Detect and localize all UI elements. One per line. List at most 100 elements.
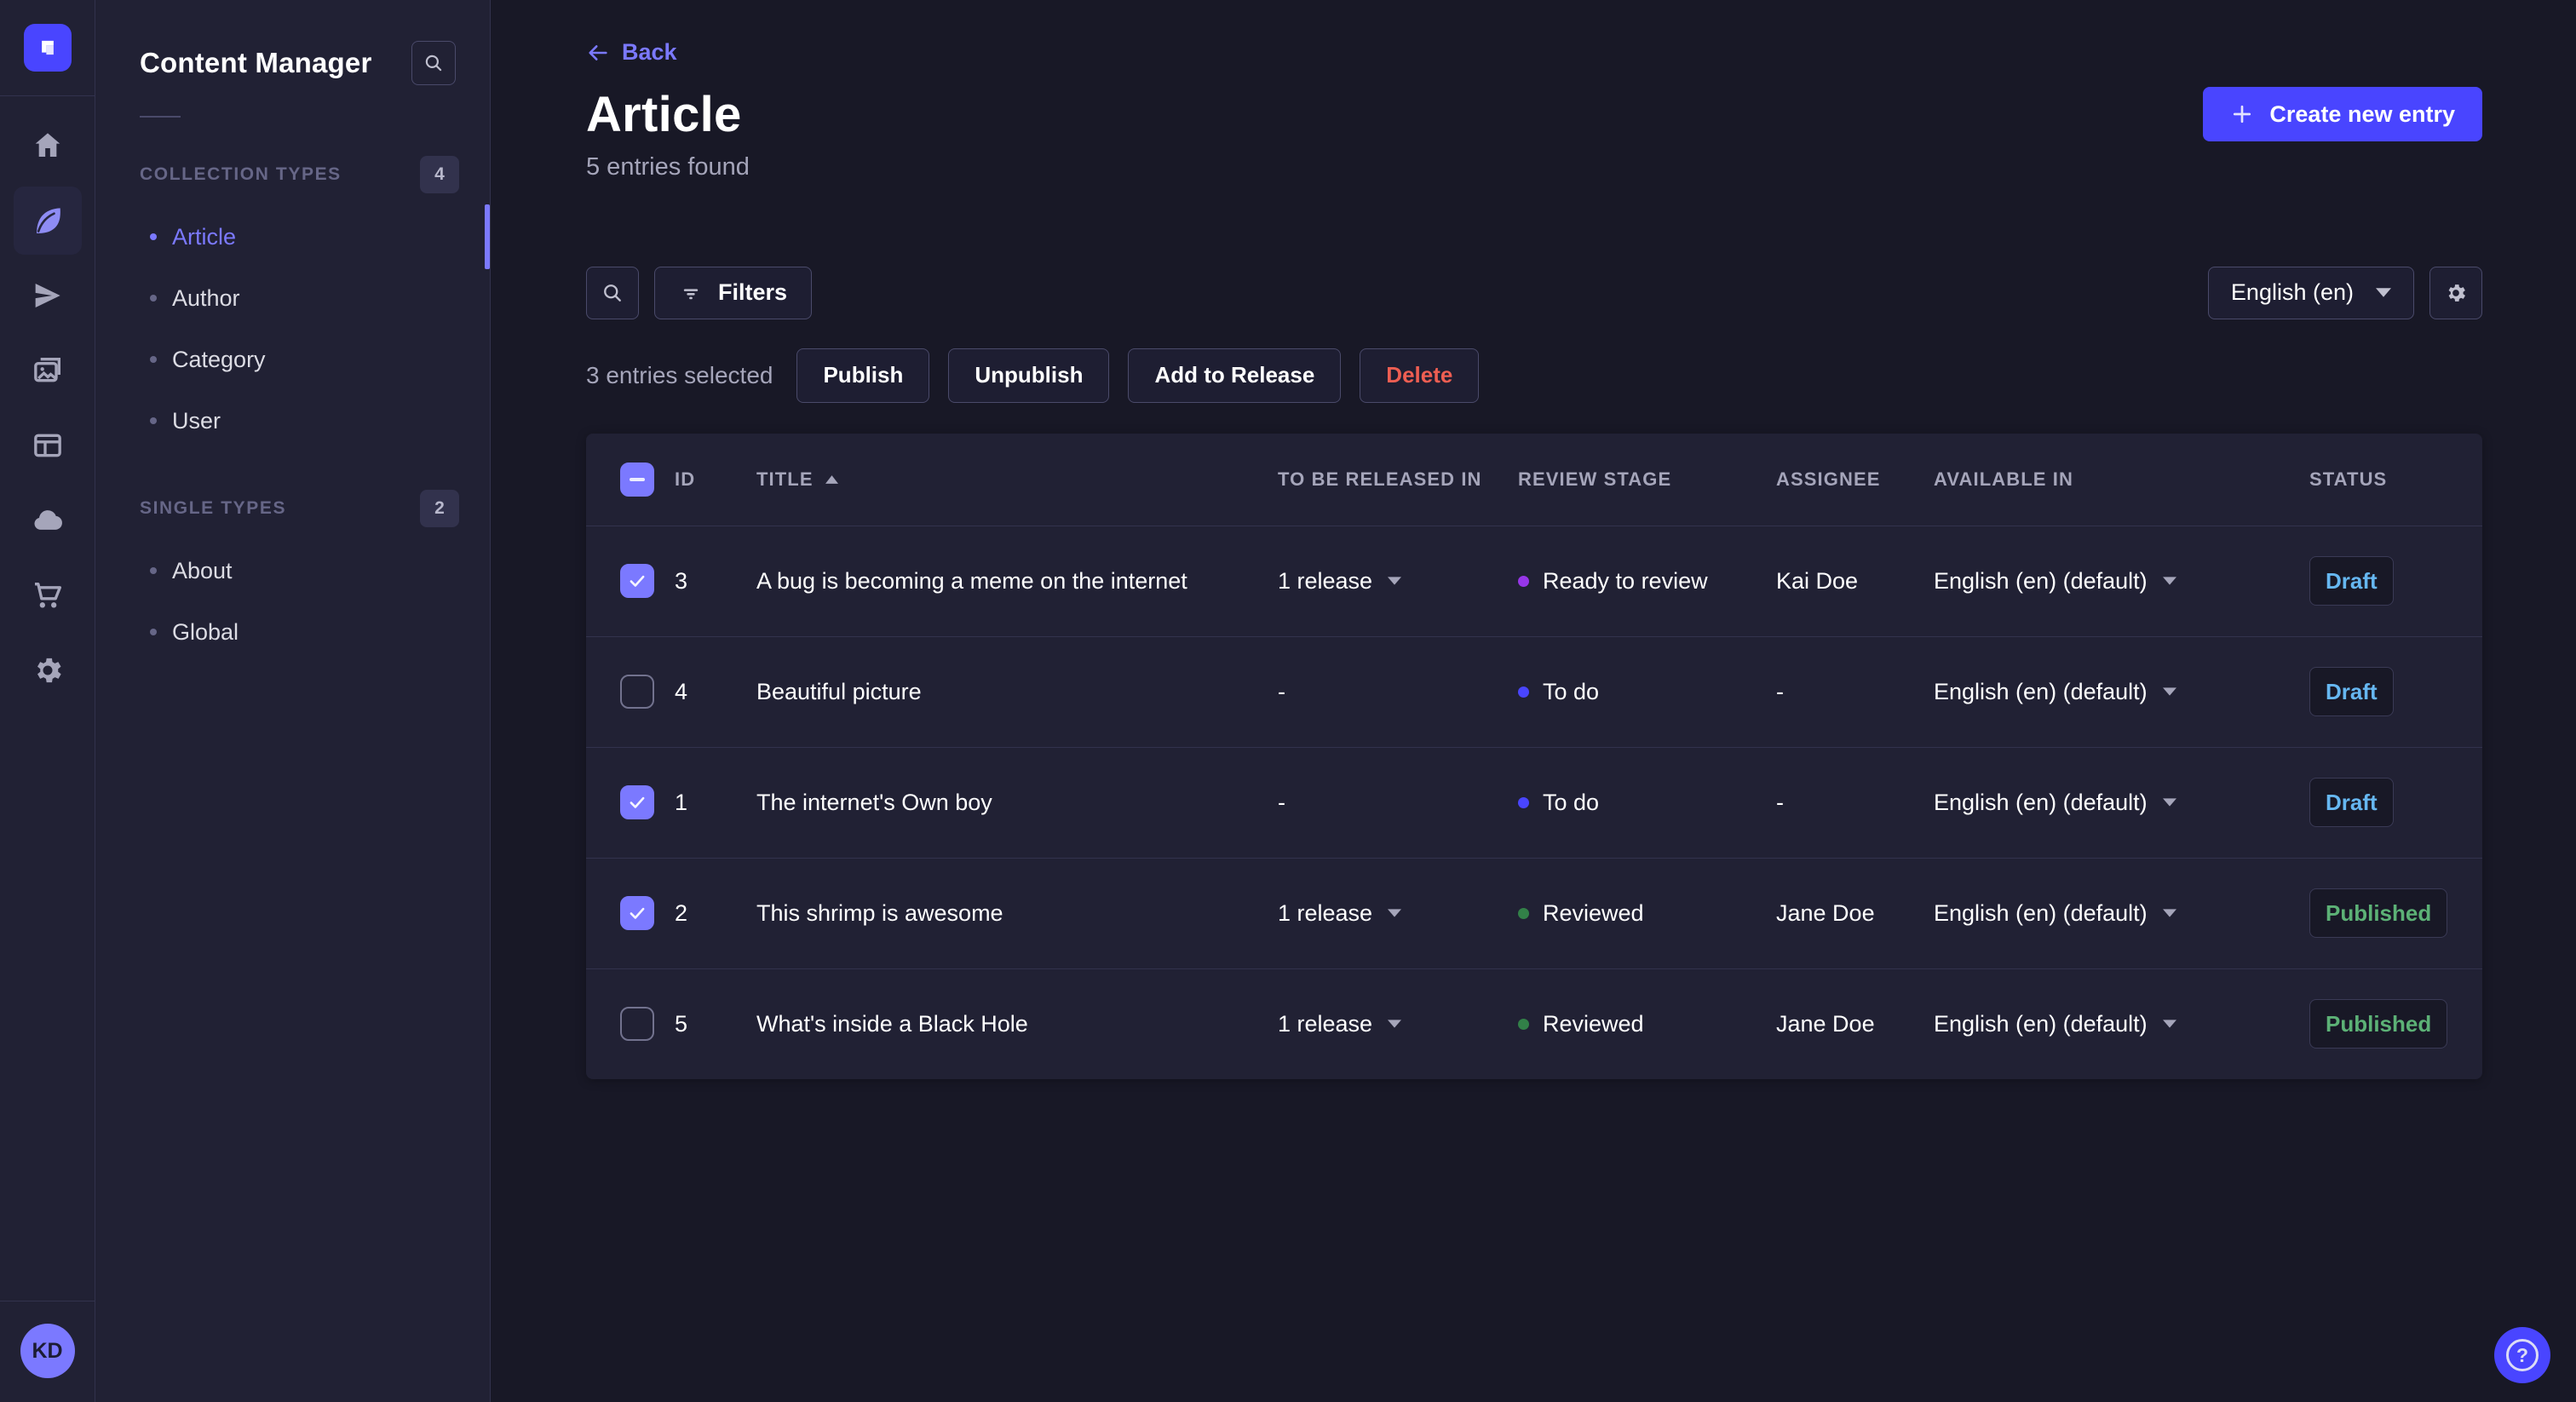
column-header-released[interactable]: TO BE RELEASED IN <box>1278 468 1518 491</box>
table-row[interactable]: 5 What's inside a Black Hole 1 release R… <box>586 968 2482 1079</box>
table-search-button[interactable] <box>586 266 639 319</box>
chevron-down-icon <box>1388 909 1402 917</box>
column-header-id[interactable]: ID <box>675 468 756 491</box>
row-releases-dropdown[interactable]: 1 release <box>1278 1011 1518 1037</box>
cart-icon <box>34 583 61 608</box>
table-header-row: ID TITLE TO BE RELEASED IN REVIEW STAGE … <box>586 434 2482 526</box>
check-icon <box>630 575 645 587</box>
stage-dot-icon <box>1518 907 1529 919</box>
bullet-icon <box>150 233 157 240</box>
feather-icon <box>36 208 60 233</box>
row-releases-dropdown[interactable]: 1 release <box>1278 568 1518 595</box>
check-icon <box>630 907 645 919</box>
select-all-checkbox[interactable] <box>620 462 654 497</box>
add-to-release-button[interactable]: Add to Release <box>1128 348 1342 403</box>
column-header-title[interactable]: TITLE <box>756 468 1278 491</box>
back-link[interactable]: Back <box>586 39 677 66</box>
row-assignee: Jane Doe <box>1776 1010 1875 1037</box>
check-icon <box>630 796 645 808</box>
nav-content-type-builder[interactable] <box>14 411 82 480</box>
bullet-icon <box>150 567 157 574</box>
row-locale-dropdown[interactable]: English (en) (default) <box>1934 1011 2309 1037</box>
delete-button[interactable]: Delete <box>1360 348 1480 403</box>
nav-releases[interactable] <box>14 261 82 330</box>
row-title[interactable]: This shrimp is awesome <box>756 900 1278 927</box>
column-header-available[interactable]: AVAILABLE IN <box>1934 468 2309 491</box>
filters-button[interactable]: Filters <box>654 266 813 319</box>
help-button[interactable]: ? <box>2494 1327 2550 1383</box>
row-title[interactable]: Beautiful picture <box>756 679 1278 705</box>
row-title[interactable]: A bug is becoming a meme on the internet <box>756 568 1278 595</box>
sidebar-item-global[interactable]: Global <box>95 601 490 663</box>
sidebar-search-button[interactable] <box>411 41 456 85</box>
row-locale-dropdown[interactable]: English (en) (default) <box>1934 679 2309 705</box>
status-badge: Draft <box>2309 667 2394 716</box>
selection-actions: 3 entries selected Publish Unpublish Add… <box>586 348 2482 403</box>
nav-content-manager[interactable] <box>13 187 82 255</box>
row-locale-dropdown[interactable]: English (en) (default) <box>1934 900 2309 927</box>
bullet-icon <box>150 295 157 302</box>
row-releases-dropdown[interactable]: 1 release <box>1278 900 1518 927</box>
sidebar-item-label: Article <box>172 223 237 250</box>
row-checkbox[interactable] <box>620 1007 654 1041</box>
column-header-status[interactable]: STATUS <box>2309 468 2482 491</box>
chevron-down-icon <box>1388 577 1402 585</box>
home-icon <box>35 133 60 157</box>
table-row[interactable]: 1 The internet's Own boy - To do - Engli… <box>586 746 2482 858</box>
sidebar-item-category[interactable]: Category <box>95 329 490 390</box>
view-settings-button[interactable] <box>2429 266 2482 319</box>
gear-icon <box>37 658 61 683</box>
selection-summary: 3 entries selected <box>586 361 773 388</box>
row-review-stage: Reviewed <box>1518 1011 1776 1037</box>
question-icon: ? <box>2506 1339 2539 1371</box>
user-avatar[interactable]: KD <box>20 1324 75 1378</box>
bullet-icon <box>150 356 157 363</box>
row-title[interactable]: The internet's Own boy <box>756 790 1278 816</box>
create-new-entry-button[interactable]: Create new entry <box>2203 87 2482 141</box>
cloud-icon <box>34 510 62 530</box>
sidebar-item-user[interactable]: User <box>95 390 490 451</box>
single-types-section: SINGLE TYPES 2 About Global <box>95 489 490 663</box>
nav-settings[interactable] <box>14 636 82 704</box>
sidebar-item-label: Global <box>172 618 239 645</box>
row-review-stage: To do <box>1518 679 1776 705</box>
row-locale-dropdown[interactable]: English (en) (default) <box>1934 790 2309 816</box>
row-title[interactable]: What's inside a Black Hole <box>756 1011 1278 1037</box>
indeterminate-dash-icon <box>630 477 645 481</box>
collection-types-section: COLLECTION TYPES 4 Article Author Catego… <box>95 155 490 451</box>
row-checkbox[interactable] <box>620 785 654 819</box>
status-badge: Draft <box>2309 778 2394 827</box>
unpublish-button[interactable]: Unpublish <box>948 348 1110 403</box>
table-row[interactable]: 2 This shrimp is awesome 1 release Revie… <box>586 857 2482 968</box>
nav-media-library[interactable] <box>14 336 82 405</box>
table-row[interactable]: 3 A bug is becoming a meme on the intern… <box>586 525 2482 636</box>
entries-count-text: 5 entries found <box>586 152 750 181</box>
row-checkbox[interactable] <box>620 675 654 709</box>
sidebar-item-about[interactable]: About <box>95 540 490 601</box>
row-locale-dropdown[interactable]: English (en) (default) <box>1934 568 2309 595</box>
row-checkbox[interactable] <box>620 896 654 930</box>
sidebar-item-author[interactable]: Author <box>95 267 490 329</box>
strapi-logo[interactable] <box>23 24 72 72</box>
column-header-review[interactable]: REVIEW STAGE <box>1518 468 1776 491</box>
nav-deploy[interactable] <box>14 486 82 554</box>
publish-button[interactable]: Publish <box>796 348 930 403</box>
row-releases-dropdown[interactable]: - <box>1278 790 1518 816</box>
table-row[interactable]: 4 Beautiful picture - To do - English (e… <box>586 635 2482 747</box>
locale-select[interactable]: English (en) <box>2207 266 2414 319</box>
filter-toolbar: Filters English (en) <box>586 266 2482 319</box>
sidebar-item-article[interactable]: Article <box>95 206 490 267</box>
nav-marketplace[interactable] <box>14 561 82 629</box>
filter-icon <box>683 288 699 299</box>
nav-home[interactable] <box>14 112 82 180</box>
sidebar-item-label: User <box>172 407 221 434</box>
row-checkbox[interactable] <box>620 564 654 598</box>
bullet-icon <box>150 629 157 635</box>
icon-rail: KD <box>0 0 95 1402</box>
sidebar-item-label: About <box>172 557 233 583</box>
row-releases-dropdown[interactable]: - <box>1278 679 1518 705</box>
sidebar-item-label: Author <box>172 284 240 311</box>
chevron-down-icon <box>2376 288 2391 297</box>
stage-dot-icon <box>1518 1018 1529 1030</box>
column-header-assignee[interactable]: ASSIGNEE <box>1776 468 1934 491</box>
